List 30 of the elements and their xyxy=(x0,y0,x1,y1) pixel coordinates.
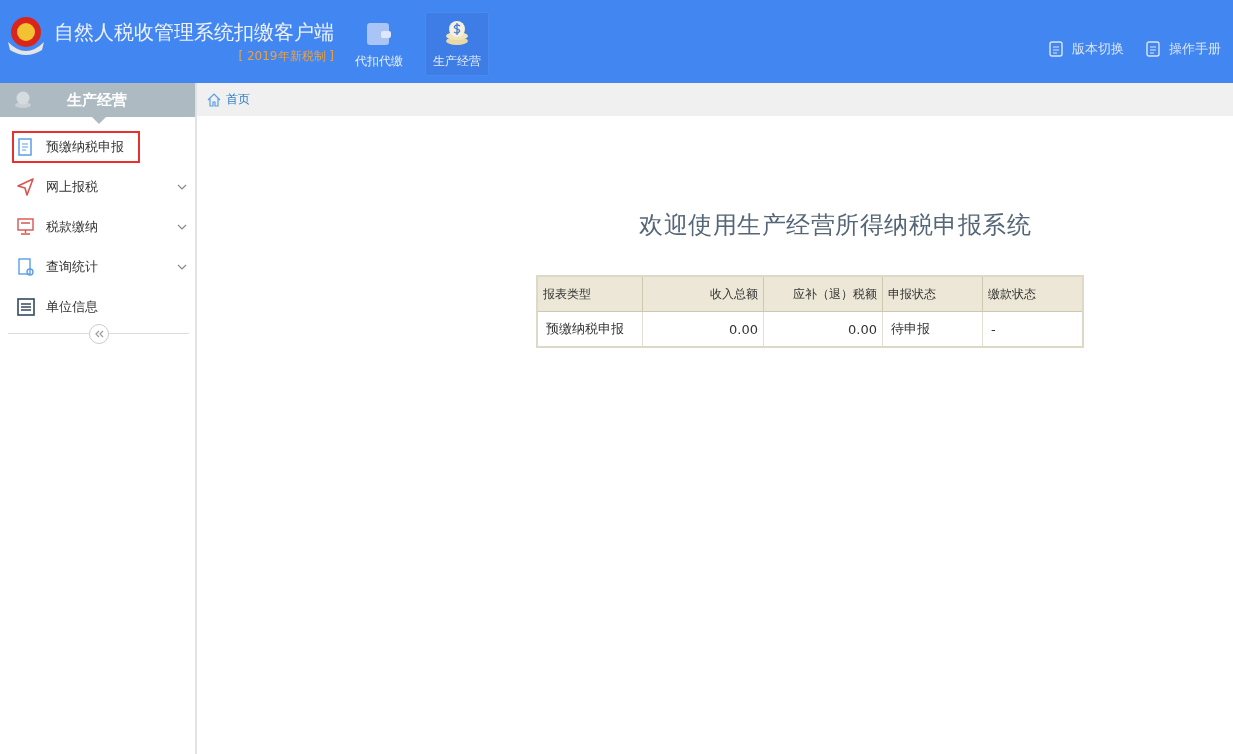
version-label: [ 2019年新税制 ] xyxy=(237,48,334,65)
welcome-heading: 欢迎使用生产经营所得纳税申报系统 xyxy=(639,210,1031,241)
double-chevron-left-icon xyxy=(93,330,104,338)
menu-item[interactable]: 单位信息 xyxy=(0,287,195,327)
breadcrumb-link[interactable]: 首页 xyxy=(207,91,250,108)
menu-label: 单位信息 xyxy=(12,291,114,323)
column-header: 申报状态 xyxy=(882,276,983,312)
sidebar-title: 生产经营 xyxy=(67,90,127,110)
home-icon xyxy=(207,92,221,107)
monitor-icon xyxy=(16,217,36,237)
menu-item[interactable]: 税款缴纳 xyxy=(0,207,195,247)
menu-item[interactable]: 预缴纳税申报 xyxy=(0,127,195,167)
menu-label: 查询统计 xyxy=(12,251,114,283)
document-icon xyxy=(1146,40,1160,57)
menu-item[interactable]: 网上报税 xyxy=(0,167,195,207)
menu-label: 税款缴纳 xyxy=(12,211,114,243)
highlight-frame: 预缴纳税申报 xyxy=(12,131,140,163)
column-header: 报表类型 xyxy=(537,276,643,312)
list-icon xyxy=(16,297,36,317)
document-search-icon xyxy=(16,257,36,277)
collapse-button[interactable] xyxy=(88,324,109,344)
module-tab[interactable]: 生产经营 xyxy=(425,12,489,76)
document-icon xyxy=(1049,40,1063,57)
paper-plane-icon xyxy=(16,177,36,197)
app-title: 自然人税收管理系统扣缴客户端 xyxy=(54,19,334,46)
column-header: 收入总额 xyxy=(642,276,764,312)
column-header: 应补（退）税额 xyxy=(763,276,883,312)
menu-item[interactable]: 查询统计 xyxy=(0,247,195,287)
column-header: 缴款状态 xyxy=(982,276,1083,312)
menu-label: 网上报税 xyxy=(12,171,114,203)
